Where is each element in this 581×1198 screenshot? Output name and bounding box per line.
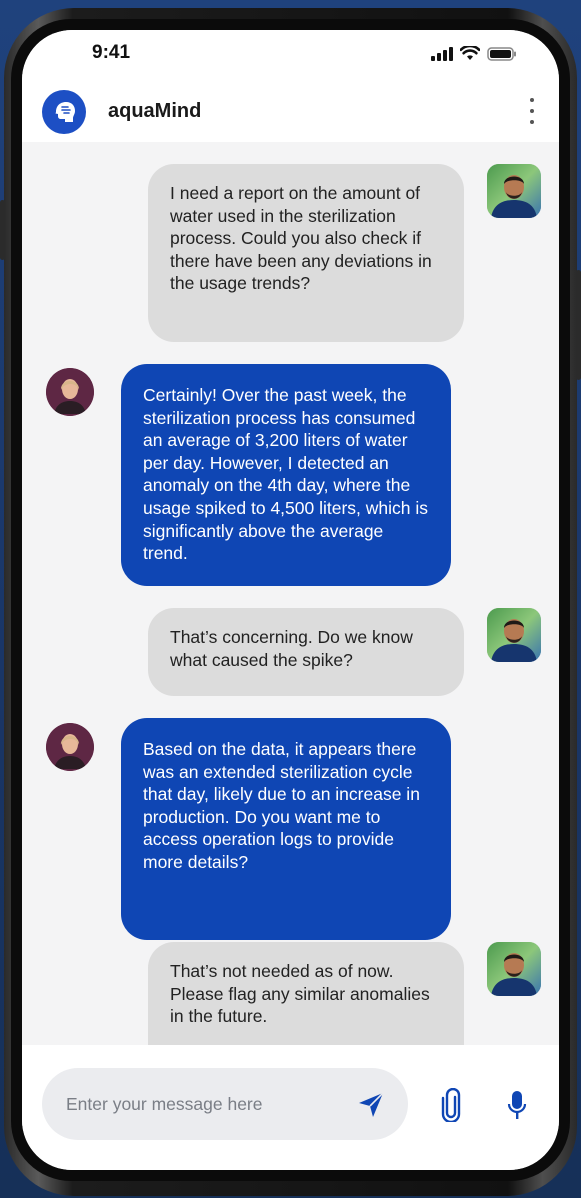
status-bar: 9:41 <box>22 30 559 80</box>
status-icons <box>431 46 517 61</box>
chat-area[interactable]: I need a report on the amount of water u… <box>22 142 559 1045</box>
message-text: That’s not needed as of now. Please flag… <box>170 961 430 1027</box>
app-header: aquaMind <box>22 80 559 142</box>
phone-screen: 9:41 aquaMind I need a report on the amo… <box>22 30 559 1170</box>
side-button <box>576 270 581 380</box>
message-composer <box>22 1045 559 1170</box>
send-icon[interactable] <box>356 1090 386 1120</box>
bot-avatar <box>46 368 94 416</box>
assistant-message: Certainly! Over the past week, the steri… <box>121 364 451 586</box>
paperclip-icon[interactable] <box>440 1088 462 1122</box>
user-avatar-image <box>487 608 541 662</box>
wifi-icon <box>460 46 480 60</box>
bot-avatar-image <box>46 368 94 416</box>
more-options-button[interactable] <box>525 96 539 126</box>
user-message: That’s not needed as of now. Please flag… <box>148 942 464 1045</box>
user-message: I need a report on the amount of water u… <box>148 164 464 342</box>
app-title: aquaMind <box>108 100 202 122</box>
assistant-message: Based on the data, it appears there was … <box>121 718 451 940</box>
user-avatar <box>487 164 541 218</box>
battery-icon <box>487 46 516 61</box>
app-logo <box>42 90 86 134</box>
signal-icon <box>431 46 453 61</box>
dot-icon <box>530 120 534 124</box>
user-avatar-image <box>487 164 541 218</box>
message-text: I need a report on the amount of water u… <box>170 183 432 294</box>
user-avatar <box>487 608 541 662</box>
brain-head-icon <box>55 102 75 122</box>
user-avatar <box>487 942 541 996</box>
user-message: That’s concerning. Do we know what cause… <box>148 608 464 696</box>
message-text: That’s concerning. Do we know what cause… <box>170 627 413 670</box>
bot-avatar-image <box>46 723 94 771</box>
side-button <box>0 200 5 260</box>
message-text: Certainly! Over the past week, the steri… <box>143 385 429 564</box>
message-input[interactable] <box>64 1092 338 1116</box>
message-input-box <box>42 1068 408 1140</box>
dot-icon <box>530 109 534 113</box>
message-text: Based on the data, it appears there was … <box>143 739 420 872</box>
status-time: 9:41 <box>92 42 131 63</box>
bot-avatar <box>46 723 94 771</box>
user-avatar-image <box>487 942 541 996</box>
dot-icon <box>530 98 534 102</box>
microphone-icon[interactable] <box>506 1088 528 1122</box>
